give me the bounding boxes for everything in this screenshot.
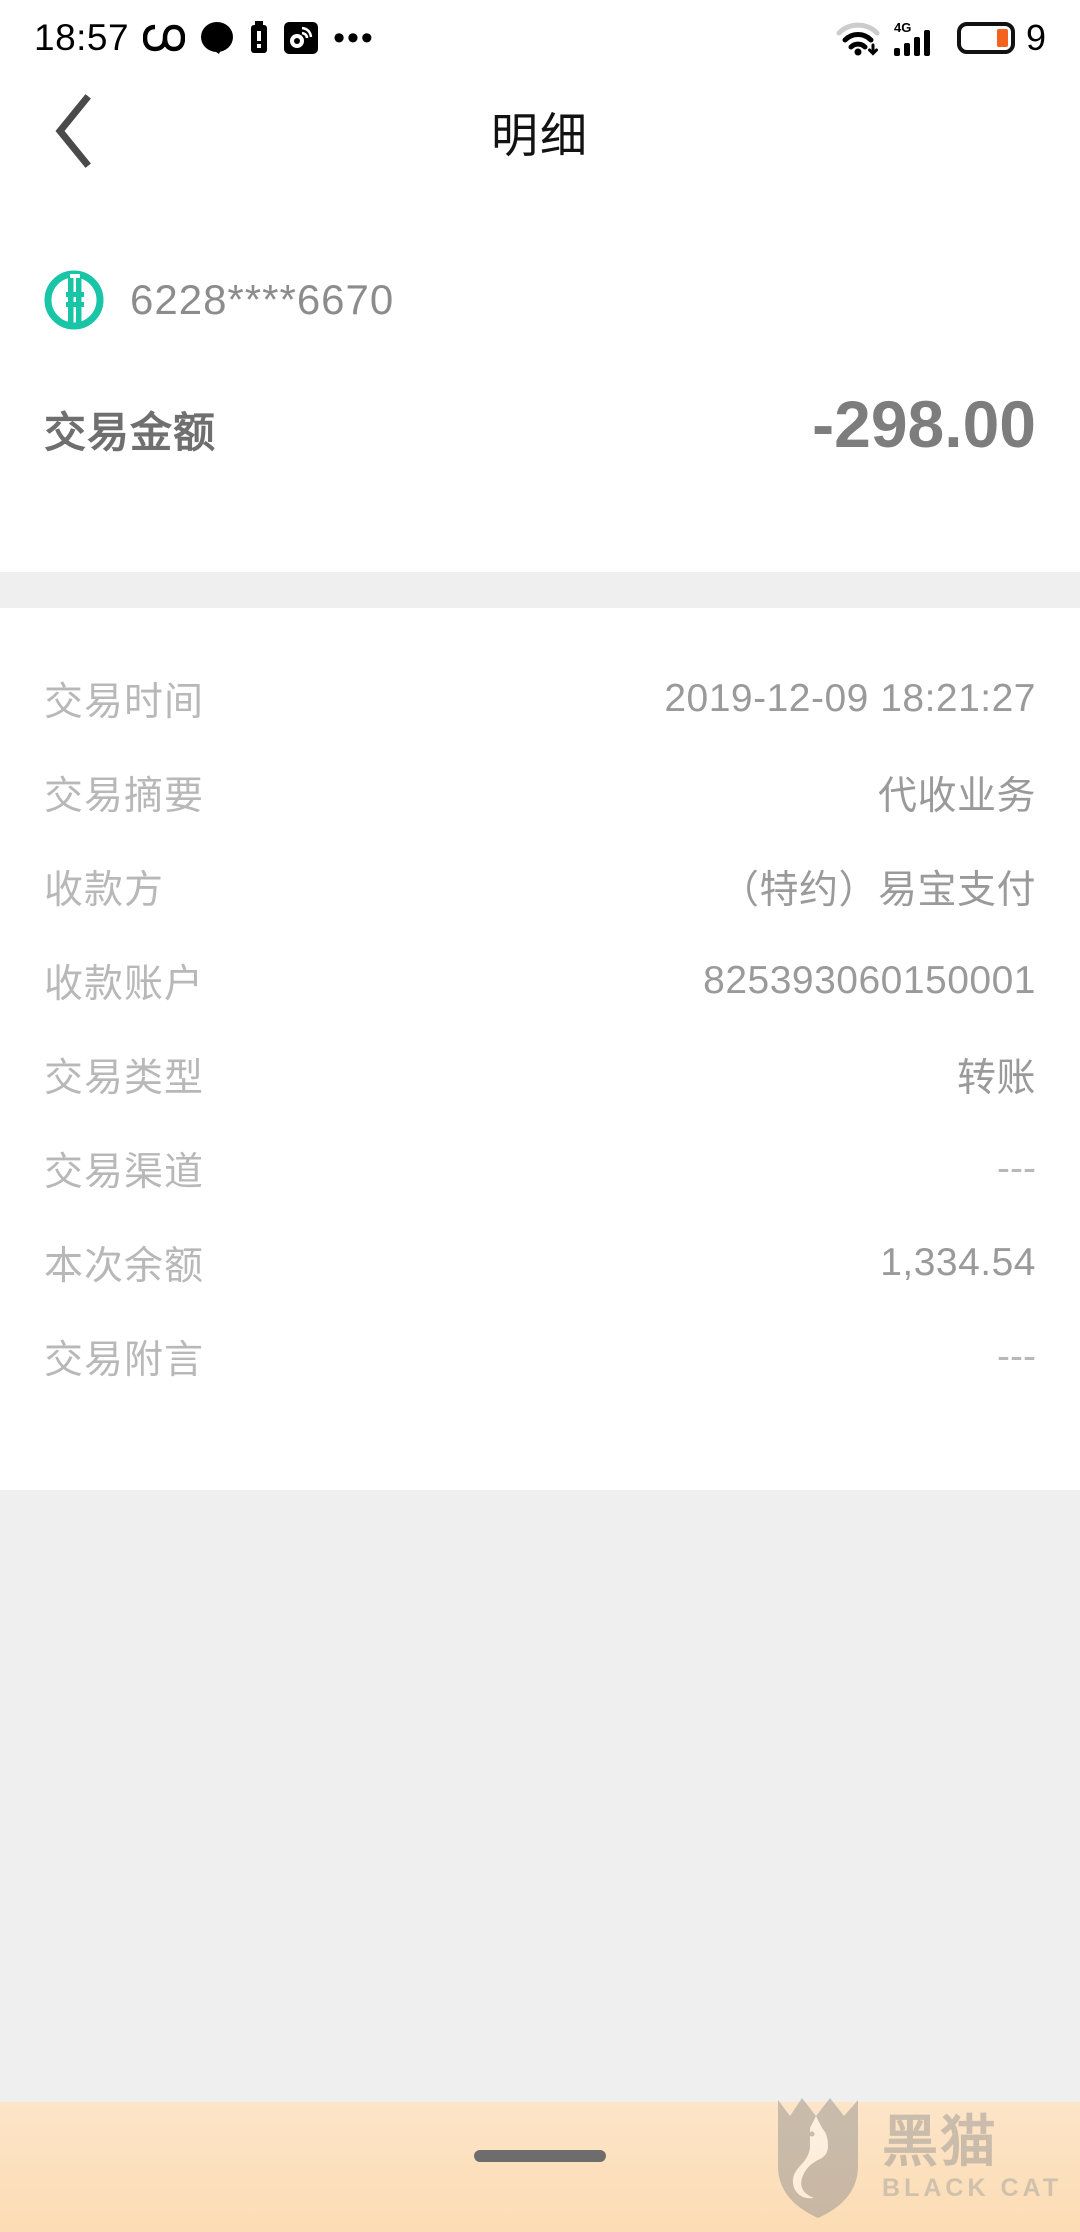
status-bar-right: 4G 9 <box>835 17 1046 59</box>
svg-text:4G: 4G <box>894 20 911 35</box>
status-bar: 18:57 ••• 4G 9 <box>0 0 1080 76</box>
status-bar-left: 18:57 ••• <box>34 17 375 59</box>
more-dots-icon: ••• <box>333 18 375 57</box>
phone-screen: 18:57 ••• 4G 9 明细 6228****6670 交易金额 -298… <box>0 0 1080 2232</box>
status-time: 18:57 <box>34 17 130 58</box>
detail-label: 收款方 <box>44 869 165 912</box>
detail-value: 转账 <box>956 1057 1036 1100</box>
detail-label: 本次余额 <box>44 1245 205 1288</box>
detail-value: --- <box>997 1335 1036 1378</box>
detail-value: 825393060150001 <box>703 959 1036 1002</box>
detail-list: 交易时间 2019-12-09 18:21:27 交易摘要 代收业务收款方 （特约）易宝… <box>0 608 1080 1490</box>
wifi-icon <box>835 19 881 57</box>
detail-row: 交易渠道 --- <box>0 1122 1080 1216</box>
detail-value: （特约）易宝支付 <box>719 869 1036 912</box>
detail-row: 交易摘要 代收业务 <box>0 746 1080 840</box>
back-button[interactable] <box>26 83 122 179</box>
chevron-left-icon <box>55 94 91 168</box>
detail-value: 2019-12-09 18:21:27 <box>664 677 1036 720</box>
transaction-amount-label: 交易金额 <box>44 409 217 456</box>
transaction-amount-row: 交易金额 -298.00 <box>44 386 1036 462</box>
detail-row: 交易时间 2019-12-09 18:21:27 <box>0 652 1080 746</box>
app-icon <box>283 21 319 55</box>
empty-area <box>0 1490 1080 2102</box>
abc-bank-logo-icon <box>44 270 104 330</box>
card-number: 6228****6670 <box>130 276 395 323</box>
detail-row: 收款账户 825393060150001 <box>0 934 1080 1028</box>
battery-icon <box>956 22 1015 54</box>
detail-label: 交易渠道 <box>44 1151 205 1194</box>
section-divider <box>0 572 1080 608</box>
detail-label: 交易摘要 <box>44 775 205 818</box>
signal-icon: 4G <box>892 18 946 58</box>
detail-row: 收款方 （特约）易宝支付 <box>0 840 1080 934</box>
page-title: 明细 <box>491 108 589 162</box>
detail-label: 交易类型 <box>44 1057 205 1100</box>
detail-value: --- <box>997 1147 1036 1190</box>
detail-label: 交易附言 <box>44 1339 205 1382</box>
battery-percent: 9 <box>1025 17 1046 58</box>
detail-value: 代收业务 <box>877 775 1036 818</box>
summary-card: 6228****6670 交易金额 -298.00 <box>0 186 1080 572</box>
home-indicator[interactable] <box>474 2150 606 2162</box>
detail-row: 交易附言 --- <box>0 1310 1080 1404</box>
nav-bar: 明细 <box>0 76 1080 186</box>
dot-icon <box>199 21 235 55</box>
detail-row: 本次余额 1,334.54 <box>0 1216 1080 1310</box>
account-row[interactable]: 6228****6670 <box>44 270 394 330</box>
transaction-amount-value: -298.00 <box>812 387 1036 461</box>
detail-row: 交易类型 转账 <box>0 1028 1080 1122</box>
battery-small-icon <box>249 21 269 55</box>
detail-value: 1,334.54 <box>880 1241 1036 1284</box>
infinity-icon <box>143 23 186 53</box>
detail-label: 交易时间 <box>44 681 205 724</box>
bottom-bar <box>0 2102 1080 2232</box>
detail-label: 收款账户 <box>44 963 205 1006</box>
